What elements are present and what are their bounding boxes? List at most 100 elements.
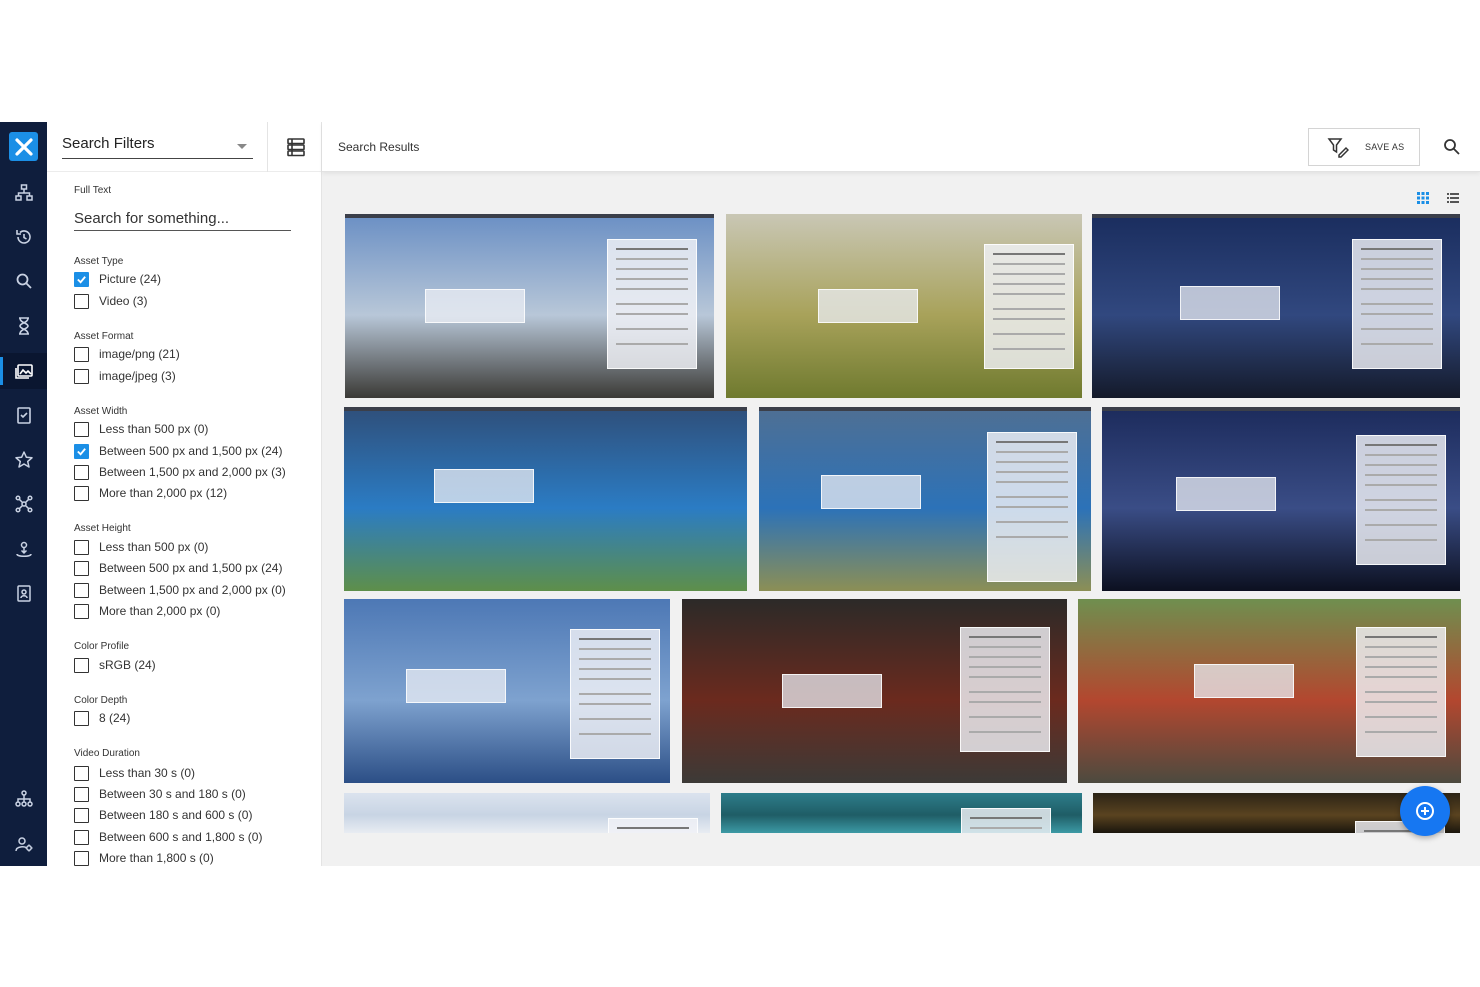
filter-option-label: Between 180 s and 600 s (0) <box>99 808 253 822</box>
checkbox[interactable] <box>74 464 89 480</box>
nav-favorites[interactable] <box>0 442 47 478</box>
filter-list: Full Text Asset Type Picture (24) Video … <box>47 172 321 866</box>
nav-tasks[interactable] <box>0 308 47 344</box>
filter-option-srgb[interactable]: sRGB (24) <box>74 656 156 674</box>
clipboard-user-icon <box>16 585 31 602</box>
filter-option-height-500-1500[interactable]: Between 500 px and 1,500 px (24) <box>74 559 282 577</box>
checkbox[interactable] <box>74 368 89 384</box>
nav-history[interactable] <box>0 219 47 255</box>
filter-option-jpeg[interactable]: image/jpeg (3) <box>74 367 176 385</box>
save-as-label: SAVE AS <box>1365 142 1405 152</box>
nav-sitemap[interactable] <box>0 175 47 211</box>
filter-group-title: Asset Type <box>74 256 124 267</box>
nav-search[interactable] <box>0 263 47 299</box>
filter-option-width-500-1500[interactable]: Between 500 px and 1,500 px (24) <box>74 442 282 460</box>
filter-option-width-1500-2000[interactable]: Between 1,500 px and 2,000 px (3) <box>74 463 286 481</box>
result-thumbnail[interactable] <box>726 214 1082 398</box>
filter-option-picture[interactable]: Picture (24) <box>74 270 161 288</box>
filter-option-dur-lt30[interactable]: Less than 30 s (0) <box>74 764 195 782</box>
network-icon <box>14 495 33 513</box>
checkbox-checked[interactable] <box>74 271 89 287</box>
result-thumbnail[interactable] <box>1092 214 1460 398</box>
result-thumbnail[interactable] <box>1078 599 1461 783</box>
checkmark-icon <box>77 447 86 456</box>
clipboard-check-icon <box>16 407 31 424</box>
app-logo[interactable] <box>9 132 38 161</box>
filter-option-label: image/jpeg (3) <box>99 369 176 383</box>
filter-option-depth-8[interactable]: 8 (24) <box>74 709 130 727</box>
hierarchy-icon <box>14 790 33 807</box>
filter-option-png[interactable]: image/png (21) <box>74 345 180 363</box>
checkbox[interactable] <box>74 582 89 598</box>
filter-option-dur-600-1800[interactable]: Between 600 s and 1,800 s (0) <box>74 828 262 846</box>
plus-circle-icon <box>1416 802 1434 820</box>
result-thumbnail[interactable] <box>759 407 1091 591</box>
checkbox[interactable] <box>74 710 89 726</box>
fulltext-search-input[interactable] <box>74 207 291 231</box>
checkbox[interactable] <box>74 807 89 823</box>
filter-option-label: Less than 30 s (0) <box>99 766 196 780</box>
filter-option-label: Less than 500 px (0) <box>99 540 209 554</box>
nav-worklist[interactable] <box>0 397 47 433</box>
checkbox[interactable] <box>74 657 89 673</box>
add-button[interactable] <box>1400 786 1450 836</box>
checkbox[interactable] <box>74 560 89 576</box>
checkbox[interactable] <box>74 421 89 437</box>
filter-option-label: image/png (21) <box>99 347 180 361</box>
filter-option-height-1500-2000[interactable]: Between 1,500 px and 2,000 px (0) <box>74 581 286 599</box>
nav-org-structure[interactable] <box>0 781 47 817</box>
checkbox[interactable] <box>74 786 89 802</box>
save-as-button[interactable]: SAVE AS <box>1308 128 1420 166</box>
history-icon <box>15 230 31 244</box>
checkbox[interactable] <box>74 829 89 845</box>
result-thumbnail[interactable] <box>344 793 710 833</box>
user-gear-icon <box>14 837 32 852</box>
checkbox[interactable] <box>74 293 89 309</box>
filter-option-label: Between 1,500 px and 2,000 px (0) <box>99 583 286 597</box>
filter-option-video[interactable]: Video (3) <box>74 292 147 310</box>
filter-option-height-gt2000[interactable]: More than 2,000 px (0) <box>74 602 220 620</box>
result-thumbnail[interactable] <box>344 599 670 783</box>
filter-option-width-lt500[interactable]: Less than 500 px (0) <box>74 420 208 438</box>
checkbox-checked[interactable] <box>74 443 89 459</box>
nav-publishing[interactable] <box>0 531 47 567</box>
checkbox[interactable] <box>74 765 89 781</box>
results-header: Search Results SAVE AS <box>322 122 1480 172</box>
result-thumbnail[interactable] <box>682 599 1067 783</box>
filter-type-select[interactable]: Search Filters <box>62 132 253 159</box>
filter-option-height-lt500[interactable]: Less than 500 px (0) <box>74 538 208 556</box>
checkmark-icon <box>77 275 86 284</box>
filter-option-label: 8 (24) <box>99 711 131 725</box>
checkbox[interactable] <box>74 346 89 362</box>
nav-assets[interactable] <box>0 353 47 389</box>
nav-user-settings[interactable] <box>0 826 47 862</box>
result-thumbnail[interactable] <box>721 793 1082 833</box>
nav-collections[interactable] <box>0 486 47 522</box>
result-thumbnail[interactable] <box>344 407 747 591</box>
checkbox[interactable] <box>74 850 89 866</box>
list-view-icon[interactable] <box>1446 191 1460 205</box>
search-icon[interactable] <box>1442 137 1462 157</box>
checkbox[interactable] <box>74 539 89 555</box>
page-title: Search Results <box>338 140 420 154</box>
filter-option-dur-30-180[interactable]: Between 30 s and 180 s (0) <box>74 785 246 803</box>
filter-group-title: Color Profile <box>74 641 130 652</box>
grid-view-icon[interactable] <box>1416 191 1430 205</box>
result-thumbnail[interactable] <box>1102 407 1460 591</box>
filter-option-dur-gt1800[interactable]: More than 1,800 s (0) <box>74 849 214 866</box>
list-layout-icon[interactable] <box>285 136 307 158</box>
filter-option-label: Between 600 s and 1,800 s (0) <box>99 830 263 844</box>
star-icon <box>14 451 33 468</box>
filter-option-dur-180-600[interactable]: Between 180 s and 600 s (0) <box>74 806 252 824</box>
x-logo-icon <box>14 137 33 156</box>
filter-option-label: More than 1,800 s (0) <box>99 851 214 865</box>
filter-option-label: Less than 500 px (0) <box>99 422 209 436</box>
result-thumbnail[interactable] <box>345 214 714 398</box>
fulltext-title: Full Text <box>74 185 112 196</box>
filter-header: Search Filters <box>47 122 321 172</box>
filter-option-width-gt2000[interactable]: More than 2,000 px (12) <box>74 484 227 502</box>
checkbox[interactable] <box>74 485 89 501</box>
nav-reports[interactable] <box>0 575 47 611</box>
sitemap-icon <box>14 184 33 201</box>
checkbox[interactable] <box>74 603 89 619</box>
